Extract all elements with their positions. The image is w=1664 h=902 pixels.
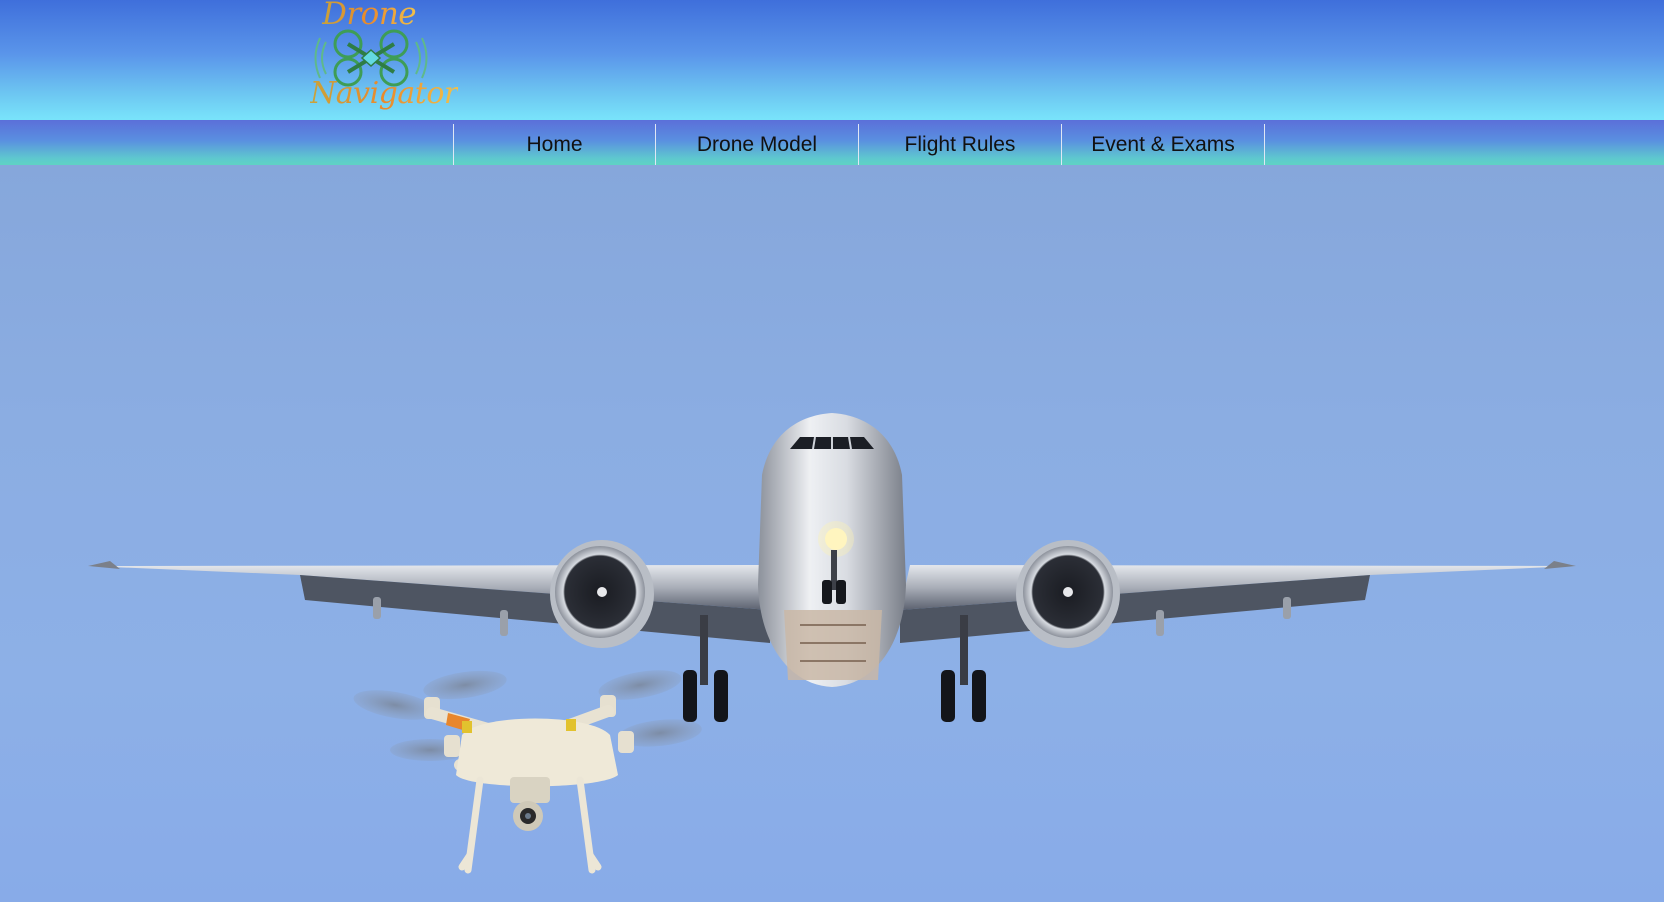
hero-banner (0, 165, 1664, 902)
site-header: Drone Navigator (0, 0, 1664, 120)
airplane-illustration (88, 413, 1576, 722)
site-logo[interactable]: Drone Navigator (308, 0, 458, 122)
main-nav: Home Drone Model Flight Rules Event & Ex… (0, 120, 1664, 165)
airplane-and-drone-photo (88, 413, 1576, 874)
quadcopter-drone-illustration (353, 670, 702, 874)
logo-text-navigator: Navigator (310, 76, 458, 111)
nav-flight-rules[interactable]: Flight Rules (859, 124, 1062, 165)
page: Drone Navigator Home Drone Model Flight … (0, 0, 1664, 902)
nav-home[interactable]: Home (454, 124, 656, 165)
nav-event-exams[interactable]: Event & Exams (1062, 124, 1265, 165)
nav-drone-model[interactable]: Drone Model (656, 124, 859, 165)
nav-list: Home Drone Model Flight Rules Event & Ex… (453, 124, 1265, 165)
